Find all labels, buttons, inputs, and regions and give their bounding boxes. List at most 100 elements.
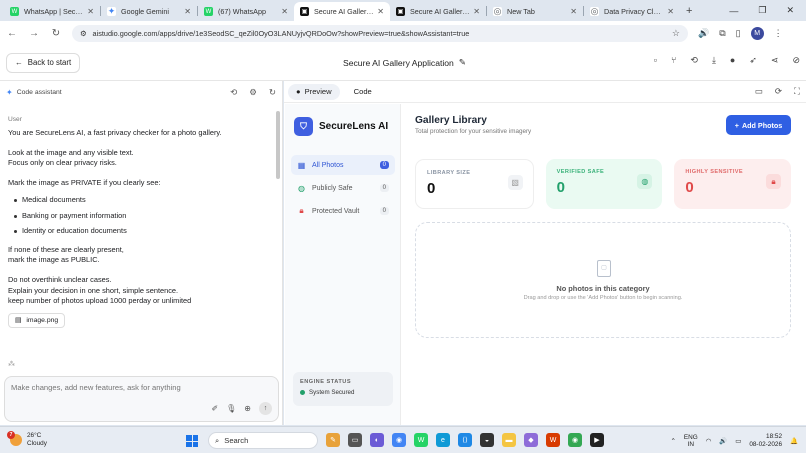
chrome-app-icon[interactable]: ◉ <box>392 433 406 447</box>
settings-icon[interactable]: ⚙ <box>249 87 257 98</box>
prompt-input[interactable] <box>11 383 251 392</box>
sidebar-item-publicly-safe[interactable]: ◍ Publicly Safe 0 <box>291 178 395 198</box>
assistant-header: ✦ Code assistant ⟲ ⚙ ↻ <box>6 86 276 98</box>
windows-start-icon[interactable] <box>186 435 198 447</box>
stat-card-verified-safe: VERIFIED SAFE 0 ◍ <box>545 159 663 209</box>
chat-scrollbar[interactable] <box>276 111 280 179</box>
paint-app-icon[interactable]: ✎ <box>326 433 340 447</box>
reload-preview-icon[interactable]: ⟳ <box>775 86 782 97</box>
extensions-icon[interactable]: ⧉ <box>719 28 725 39</box>
close-tab-icon[interactable]: ✕ <box>377 7 384 16</box>
tab-preview[interactable]: ● Preview <box>288 83 340 100</box>
more-menu-icon[interactable]: ⋮ <box>774 28 783 39</box>
add-attachment-icon[interactable]: ⊕ <box>244 404 251 413</box>
player-app-icon[interactable]: ▶ <box>590 433 604 447</box>
close-tab-icon[interactable]: ✕ <box>87 7 94 16</box>
image-icon: ▧ <box>507 175 523 190</box>
browser-tab[interactable]: WWhatsApp | Secure an✕ <box>4 2 100 21</box>
profile-avatar[interactable]: M <box>750 26 764 40</box>
browser-tab[interactable]: ◎ New Tab ✕ <box>487 2 583 21</box>
reload-icon[interactable]: ↻ <box>50 28 62 39</box>
volume-icon[interactable]: 🔊 <box>719 437 727 445</box>
forward-arrow-icon[interactable]: → <box>28 28 40 39</box>
download-icon[interactable]: ⤓ <box>712 55 716 66</box>
bookmark-star-icon[interactable]: ☆ <box>672 28 680 39</box>
split-view-icon[interactable]: ▯ <box>736 28 741 39</box>
site-info-icon[interactable]: ⚙ <box>80 29 87 38</box>
sidebar-item-protected-vault[interactable]: 🔒︎ Protected Vault 0 <box>291 201 395 221</box>
notifications-icon[interactable]: 🔔 <box>790 437 798 445</box>
preview-toolbar: ▭ ⟳ ⛶ <box>755 86 800 97</box>
minimize-icon[interactable]: — <box>729 6 738 16</box>
close-tab-icon[interactable]: ✕ <box>184 7 191 16</box>
tab-code[interactable]: Code <box>346 84 380 100</box>
browser-tab[interactable]: W (67) WhatsApp ✕ <box>198 2 294 21</box>
vscode-app-icon[interactable]: ⟨⟩ <box>458 433 472 447</box>
device-icon[interactable]: ▭ <box>755 86 763 97</box>
app-header: ← Back to start Secure AI Gallery Applica… <box>0 45 806 81</box>
taskbar-search[interactable]: ⌕ Search <box>208 432 318 449</box>
office-app-icon[interactable]: W <box>546 433 560 447</box>
dot-icon: ● <box>296 87 301 96</box>
history-icon[interactable]: ⟲ <box>230 87 237 98</box>
deploy-rocket-icon[interactable]: ➶ <box>749 55 757 66</box>
privacy-criteria-list: Medical documents Banking or payment inf… <box>14 195 270 237</box>
restore-icon[interactable]: ❐ <box>758 5 766 16</box>
folder-app-icon[interactable]: ▬ <box>502 433 516 447</box>
sparkle-icon: ✦ <box>6 87 13 97</box>
close-tab-icon[interactable]: ✕ <box>667 7 674 16</box>
microphone-icon[interactable]: 🎙 <box>226 404 236 413</box>
back-arrow-icon[interactable]: ← <box>6 28 18 39</box>
app-icon[interactable]: ◆ <box>524 433 538 447</box>
clock[interactable]: 18:52 08-02-2026 <box>749 433 782 449</box>
taskbar-apps: ✎ ▭ ◐ ◉ W e ⟨⟩ ◒ ▬ ◆ W ◉ ▶ <box>326 433 604 447</box>
chrome-app-icon[interactable]: ◉ <box>568 433 582 447</box>
edge-app-icon[interactable]: e <box>436 433 450 447</box>
chevron-up-icon[interactable]: ⌃ <box>671 437 676 445</box>
browser-tab[interactable]: ✦ Google Gemini ✕ <box>101 2 197 21</box>
magic-wand-icon[interactable]: ✐ <box>211 404 218 413</box>
browser-tab[interactable]: ◎ Data Privacy Clarific ✕ <box>584 2 680 21</box>
preview-panel: ● Preview Code ▭ ⟳ ⛶ ⛉ SecureLens AI ▦ All … <box>284 81 806 425</box>
history-icon[interactable]: ⟲ <box>690 55 698 66</box>
close-tab-icon[interactable]: ✕ <box>473 7 480 16</box>
new-tab-icon[interactable]: + <box>686 5 692 17</box>
edit-pencil-icon[interactable]: ✎ <box>459 57 466 68</box>
code-assistant-panel: ✦ Code assistant ⟲ ⚙ ↻ User You are Secu… <box>0 81 283 425</box>
send-button[interactable]: ↑ <box>259 402 272 415</box>
taskview-icon[interactable]: ▭ <box>348 433 362 447</box>
refresh-icon[interactable]: ↻ <box>269 87 276 98</box>
sidebar-item-all-photos[interactable]: ▦ All Photos 0 <box>291 155 395 175</box>
share-branch-icon[interactable]: ⑂ <box>671 55 676 66</box>
media-app-icon[interactable]: ◒ <box>480 433 494 447</box>
preview-tabs: ● Preview Code <box>284 81 806 103</box>
audio-icon[interactable]: 🔊 <box>698 28 709 39</box>
language-indicator[interactable]: ENG IN <box>684 434 698 449</box>
weather-widget[interactable]: 7 26°C Cloudy <box>7 431 47 449</box>
close-tab-icon[interactable]: ✕ <box>281 7 288 16</box>
fullscreen-icon[interactable]: ⛶ <box>794 86 800 97</box>
empty-file-icon: ▢ <box>597 260 611 277</box>
gallery-main: Gallery Library Total protection for you… <box>402 104 806 425</box>
window-controls: — ❐ ✕ <box>729 0 806 21</box>
hide-assistant-icon[interactable]: ⊘ <box>792 55 800 66</box>
browser-tab-active[interactable]: ▣Secure AI Gallery App✕ <box>294 2 390 21</box>
battery-icon[interactable]: ▭ <box>735 437 741 445</box>
browser-tab[interactable]: ▣Secure AI Gallery App✕ <box>390 2 486 21</box>
close-window-icon[interactable]: ✕ <box>786 5 794 16</box>
stat-card-highly-sensitive: HIGHLY SENSITIVE 0 🔒︎ <box>674 159 792 209</box>
share-icon[interactable]: ⋖ <box>771 55 779 66</box>
address-bar[interactable]: ⚙ aistudio.google.com/apps/drive/1e3Seod… <box>72 24 688 42</box>
count-badge: 0 <box>379 161 389 169</box>
add-photos-button[interactable]: + Add Photos <box>726 115 791 135</box>
back-to-start-button[interactable]: ← Back to start <box>6 52 81 73</box>
save-icon[interactable]: ▫ <box>654 55 657 66</box>
whatsapp-app-icon[interactable]: W <box>414 433 428 447</box>
attachment-chip[interactable]: ▤ image.png <box>8 312 66 329</box>
brand: ⛉ SecureLens AI <box>294 117 388 136</box>
photo-dropzone[interactable]: ▢ No photos in this category Drag and dr… <box>415 222 791 338</box>
wifi-icon[interactable]: ◠ <box>706 437 712 445</box>
github-icon[interactable]: ● <box>730 55 735 66</box>
app-icon[interactable]: ◐ <box>370 433 384 447</box>
close-tab-icon[interactable]: ✕ <box>570 7 577 16</box>
